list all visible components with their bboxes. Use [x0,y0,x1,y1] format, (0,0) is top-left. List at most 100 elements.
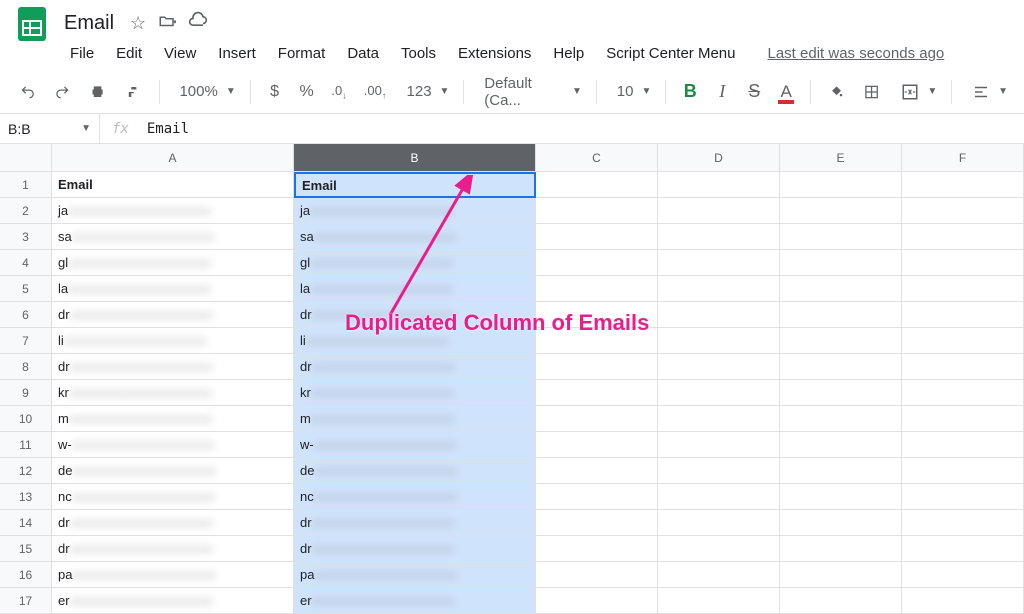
cell[interactable]: mxxxxxxxxxxxxxxxxxxxxxx [294,406,536,432]
cell[interactable] [536,224,658,250]
cell[interactable] [902,380,1024,406]
borders-button[interactable] [856,78,887,106]
bold-button[interactable]: B [676,78,704,106]
cell[interactable]: krxxxxxxxxxxxxxxxxxxxxxx [294,380,536,406]
cell[interactable] [536,198,658,224]
cell[interactable] [902,172,1024,198]
more-formats-dropdown[interactable]: 123▼ [397,79,454,104]
formula-input[interactable]: Email [141,121,189,137]
cell[interactable] [658,536,780,562]
fill-color-button[interactable] [821,78,852,106]
menu-script-center[interactable]: Script Center Menu [596,41,745,66]
cell[interactable] [658,328,780,354]
row-header[interactable]: 12 [0,458,52,484]
cell[interactable] [658,432,780,458]
cell[interactable] [780,458,902,484]
cell[interactable] [902,302,1024,328]
cell[interactable]: Email [52,172,294,198]
cell[interactable] [902,406,1024,432]
cell[interactable]: laxxxxxxxxxxxxxxxxxxxxxx [294,276,536,302]
format-currency-button[interactable]: $ [261,78,289,106]
column-header-f[interactable]: F [902,144,1024,172]
cell[interactable] [658,172,780,198]
row-header[interactable]: 13 [0,484,52,510]
cell[interactable] [780,406,902,432]
cell[interactable]: Email [294,172,536,198]
cell[interactable]: dexxxxxxxxxxxxxxxxxxxxxx [52,458,294,484]
font-dropdown[interactable]: Default (Ca...▼ [474,71,586,113]
cell[interactable] [536,250,658,276]
cell[interactable]: ncxxxxxxxxxxxxxxxxxxxxxx [52,484,294,510]
cell[interactable] [780,562,902,588]
cell[interactable] [902,328,1024,354]
row-header[interactable]: 1 [0,172,52,198]
cell[interactable] [658,250,780,276]
menu-format[interactable]: Format [268,41,336,66]
cell[interactable] [780,380,902,406]
cell[interactable]: drxxxxxxxxxxxxxxxxxxxxxx [52,536,294,562]
cell[interactable] [536,562,658,588]
cell[interactable] [902,250,1024,276]
move-icon[interactable] [158,12,176,35]
cell[interactable]: krxxxxxxxxxxxxxxxxxxxxxx [52,380,294,406]
cell[interactable] [902,198,1024,224]
cell[interactable] [658,276,780,302]
row-header[interactable]: 14 [0,510,52,536]
cell[interactable]: jaxxxxxxxxxxxxxxxxxxxxxx [294,198,536,224]
cell[interactable] [536,172,658,198]
row-header[interactable]: 16 [0,562,52,588]
cell[interactable] [536,276,658,302]
row-header[interactable]: 11 [0,432,52,458]
cell[interactable] [658,224,780,250]
cell[interactable]: drxxxxxxxxxxxxxxxxxxxxxx [294,510,536,536]
cell[interactable]: w-xxxxxxxxxxxxxxxxxxxxxx [294,432,536,458]
menu-tools[interactable]: Tools [391,41,446,66]
cell[interactable]: lixxxxxxxxxxxxxxxxxxxxxx [52,328,294,354]
print-button[interactable] [82,78,113,106]
cell[interactable] [536,354,658,380]
cell[interactable] [536,484,658,510]
row-header[interactable]: 3 [0,224,52,250]
format-percent-button[interactable]: % [293,78,321,106]
cell[interactable]: saxxxxxxxxxxxxxxxxxxxxxx [52,224,294,250]
cell[interactable] [780,302,902,328]
select-all-corner[interactable] [0,144,52,172]
row-header[interactable]: 9 [0,380,52,406]
cell[interactable]: glxxxxxxxxxxxxxxxxxxxxxx [294,250,536,276]
cell[interactable] [780,432,902,458]
cell[interactable]: drxxxxxxxxxxxxxxxxxxxxxx [294,536,536,562]
cell[interactable]: w-xxxxxxxxxxxxxxxxxxxxxx [52,432,294,458]
cell[interactable]: lixxxxxxxxxxxxxxxxxxxxxx [294,328,536,354]
cell[interactable] [902,562,1024,588]
merge-cells-dropdown[interactable]: ▼ [891,79,941,105]
star-icon[interactable]: ☆ [130,13,146,34]
row-header[interactable]: 15 [0,536,52,562]
text-color-button[interactable]: A [772,78,800,106]
cell[interactable] [658,302,780,328]
cell[interactable] [658,484,780,510]
cell[interactable] [536,536,658,562]
cell[interactable]: drxxxxxxxxxxxxxxxxxxxxxx [294,302,536,328]
cell[interactable]: paxxxxxxxxxxxxxxxxxxxxxx [294,562,536,588]
cell[interactable] [536,380,658,406]
menu-file[interactable]: File [60,41,104,66]
column-header-c[interactable]: C [536,144,658,172]
row-header[interactable]: 8 [0,354,52,380]
row-header[interactable]: 5 [0,276,52,302]
cell[interactable]: mxxxxxxxxxxxxxxxxxxxxxx [52,406,294,432]
cell[interactable] [536,458,658,484]
cell[interactable] [658,354,780,380]
cell[interactable] [902,354,1024,380]
document-title[interactable]: Email [64,12,114,35]
zoom-dropdown[interactable]: 100%▼ [169,79,239,104]
spreadsheet-grid[interactable]: 1234567891011121314151617 A B C D E F Em… [0,144,1024,614]
cell[interactable]: erxxxxxxxxxxxxxxxxxxxxxx [52,588,294,614]
row-header[interactable]: 4 [0,250,52,276]
row-header[interactable]: 10 [0,406,52,432]
cell[interactable] [780,510,902,536]
horizontal-align-dropdown[interactable]: ▼ [962,79,1012,105]
cell[interactable]: erxxxxxxxxxxxxxxxxxxxxxx [294,588,536,614]
last-edit-link[interactable]: Last edit was seconds ago [768,45,945,62]
cell[interactable] [780,354,902,380]
strikethrough-button[interactable]: S [740,78,768,106]
